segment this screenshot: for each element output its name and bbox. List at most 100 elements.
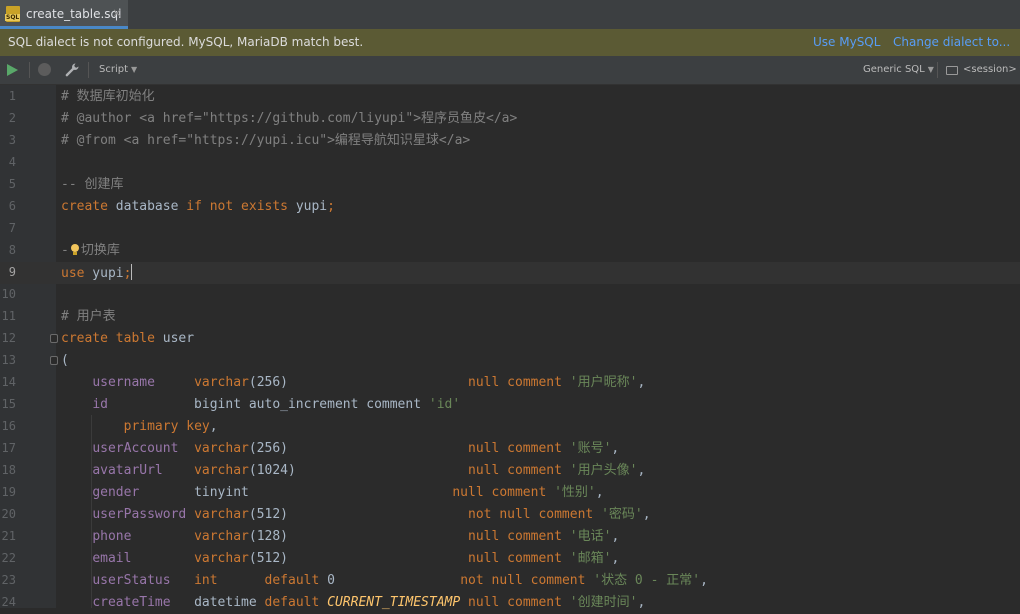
code-text: userPassword varchar(512) not null comme… [61, 506, 651, 524]
code-token: userPassword [92, 507, 186, 522]
code-token: varchar [194, 507, 249, 522]
intention-bulb-icon[interactable] [70, 244, 80, 255]
code-token: default [265, 573, 320, 588]
line-number: 17 [0, 441, 16, 455]
line-number: 8 [0, 243, 16, 257]
code-token: (512) [249, 551, 468, 566]
code-token [155, 375, 194, 390]
run-icon[interactable] [7, 64, 18, 76]
line-number: 23 [0, 573, 16, 587]
code-line[interactable]: 8 -切换库 [0, 240, 1020, 262]
line-number: 1 [0, 89, 16, 103]
line-number: 4 [0, 155, 16, 169]
code-token: yupi [84, 266, 123, 281]
code-text: -切换库 [61, 242, 120, 260]
code-text: username varchar(256) null comment '用户昵称… [61, 374, 645, 392]
line-number: 6 [0, 199, 16, 213]
tab-create-table-sql[interactable]: SQL create_table.sql × [0, 0, 128, 29]
use-mysql-link[interactable]: Use MySQL [813, 35, 880, 49]
sql-file-icon-text: SQL [5, 14, 20, 21]
code-token: null comment [468, 529, 562, 544]
session-dropdown[interactable]: <session>▼ [963, 64, 1020, 75]
code-line[interactable]: 19 gender tinyint null comment '性别', [0, 482, 1020, 504]
code-editor[interactable]: 1 # 数据库初始化 2# @author <a href="https://git… [0, 85, 1020, 608]
dialect-dropdown[interactable]: Generic SQL▼ [863, 64, 934, 75]
script-dropdown[interactable]: Script▼ [99, 64, 137, 75]
line-number: 24 [0, 595, 16, 609]
code-line[interactable]: 2# @author <a href="https://github.com/l… [0, 108, 1020, 130]
chevron-down-icon: ▼ [131, 65, 137, 74]
line-number: 18 [0, 463, 16, 477]
code-token [562, 529, 570, 544]
close-icon[interactable]: × [112, 6, 122, 20]
code-text: # 数据库初始化 [61, 88, 155, 106]
code-line[interactable]: 23 userStatus int default 0 not null com… [0, 570, 1020, 592]
code-token: ( [61, 353, 69, 368]
change-dialect-link[interactable]: Change dialect to... [893, 35, 1010, 49]
code-token: email [92, 551, 131, 566]
code-token: , [611, 441, 619, 456]
code-line[interactable]: 6 create database if not exists yupi; [0, 196, 1020, 218]
code-text: -- 创建库 [61, 176, 123, 194]
code-token: create table [61, 331, 155, 346]
code-token [546, 485, 554, 500]
fold-icon[interactable] [50, 356, 58, 365]
toolbar-divider [88, 62, 89, 78]
code-token: 0 [319, 573, 460, 588]
fold-icon[interactable] [50, 334, 58, 343]
code-token: 切换库 [81, 243, 120, 258]
code-token: tinyint [139, 485, 452, 500]
code-token [562, 375, 570, 390]
line-number: 11 [0, 309, 16, 323]
code-token: # @from <a href="https://yupi.icu">编程导航知… [61, 133, 470, 148]
code-line[interactable]: 5 -- 创建库 [0, 174, 1020, 196]
code-line[interactable]: 15 id bigint auto_increment comment 'id' [0, 394, 1020, 416]
dialect-label: Generic SQL [863, 64, 925, 75]
code-token: , [210, 419, 218, 434]
chevron-down-icon: ▼ [928, 65, 934, 74]
code-token: (256) [249, 441, 468, 456]
code-line[interactable]: 9use yupi; [0, 262, 1020, 284]
code-token: null comment [468, 375, 562, 390]
code-line[interactable]: 3 # @from <a href="https://yupi.icu">编程导航… [0, 130, 1020, 152]
code-line[interactable]: 21 phone varchar(128) null comment '电话', [0, 526, 1020, 548]
line-number: 10 [0, 287, 16, 301]
code-line[interactable]: 11 # 用户表 [0, 306, 1020, 328]
code-line[interactable]: 22 email varchar(512) null comment '邮箱', [0, 548, 1020, 570]
line-number: 3 [0, 133, 16, 147]
code-line[interactable]: 4 [0, 152, 1020, 174]
code-token: null comment [468, 441, 562, 456]
code-token: '账号' [570, 441, 612, 456]
code-token: id [92, 397, 108, 412]
code-token [131, 551, 194, 566]
code-text: create database if not exists yupi; [61, 198, 335, 216]
code-token [178, 441, 194, 456]
code-line[interactable]: 24 createTime datetime default CURRENT_T… [0, 592, 1020, 614]
code-line[interactable]: 13( [0, 350, 1020, 372]
code-line[interactable]: 16 primary key, [0, 416, 1020, 438]
line-number: 12 [0, 331, 16, 345]
code-token: '性别' [554, 485, 596, 500]
wrench-icon[interactable] [64, 62, 80, 78]
editor-tab-bar: SQL create_table.sql × [0, 0, 1020, 30]
stop-icon[interactable] [38, 63, 51, 76]
code-token: '邮箱' [570, 551, 612, 566]
tab-title: create_table.sql [26, 7, 122, 21]
line-number: 5 [0, 177, 16, 191]
code-text: primary key, [61, 418, 218, 436]
code-line[interactable]: 7 [0, 218, 1020, 240]
line-number: 19 [0, 485, 16, 499]
code-token: , [637, 375, 645, 390]
code-line[interactable]: 18 avatarUrl varchar(1024) null comment … [0, 460, 1020, 482]
code-line[interactable]: 12create table user [0, 328, 1020, 350]
code-token [218, 573, 265, 588]
code-line[interactable]: 17 userAccount varchar(256) null comment… [0, 438, 1020, 460]
code-token [131, 529, 194, 544]
code-line[interactable]: 14 username varchar(256) null comment '用… [0, 372, 1020, 394]
code-line[interactable]: 20 userPassword varchar(512) not null co… [0, 504, 1020, 526]
code-token [562, 551, 570, 566]
code-line[interactable]: 1 # 数据库初始化 [0, 86, 1020, 108]
code-text: # 用户表 [61, 308, 116, 326]
code-line[interactable]: 10 [0, 284, 1020, 306]
code-token: - [61, 243, 69, 258]
